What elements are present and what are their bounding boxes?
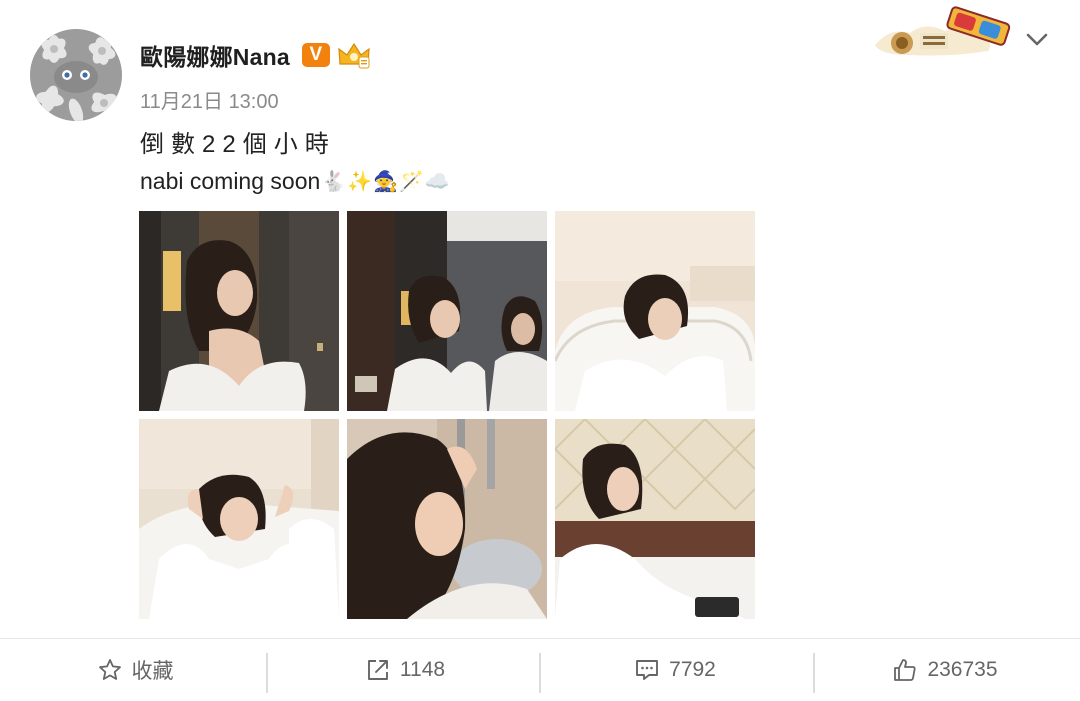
vip-crown-icon[interactable] xyxy=(336,40,372,70)
like-count: 236735 xyxy=(927,658,998,681)
weibo-post: 歐陽娜娜Nana V 11月21日 13:00 倒數22個小時 nabi com… xyxy=(0,0,1080,640)
post-time: 11月21日 13:00 xyxy=(140,91,279,113)
avatar-image xyxy=(30,29,122,121)
post-text-line-2: nabi coming soon 🐇 ✨ 🧙 🪄 ☁️ xyxy=(140,168,450,195)
photo-4[interactable] xyxy=(139,419,339,619)
repost-button[interactable]: 1148 xyxy=(270,639,540,701)
magic-wand-emoji: 🪄 xyxy=(399,171,424,193)
avatar[interactable] xyxy=(30,29,122,121)
photo-6[interactable] xyxy=(555,419,755,619)
photo-grid xyxy=(139,211,755,619)
comment-icon xyxy=(636,660,659,680)
favorite-label: 收藏 xyxy=(131,660,174,683)
sparkles-emoji: ✨ xyxy=(347,171,373,193)
photo-3[interactable] xyxy=(555,211,755,411)
photo-2[interactable] xyxy=(347,211,547,411)
thumbs-up-icon xyxy=(894,659,917,681)
repost-count: 1148 xyxy=(399,658,446,681)
photo-5[interactable] xyxy=(347,419,547,619)
author-row: 歐陽娜娜Nana V xyxy=(140,38,372,72)
like-button[interactable]: 236735 xyxy=(810,639,1080,701)
verified-badge[interactable]: V xyxy=(301,43,330,67)
cloud-emoji: ☁️ xyxy=(424,171,450,193)
chevron-down-icon[interactable] xyxy=(1024,26,1050,52)
mage-emoji: 🧙 xyxy=(373,171,399,193)
post-text-line-2-text: nabi coming soon xyxy=(140,168,321,194)
action-separator xyxy=(266,653,268,693)
author-name[interactable]: 歐陽娜娜Nana xyxy=(140,38,290,72)
comment-button[interactable]: 7792 xyxy=(540,639,810,701)
comment-count: 7792 xyxy=(669,658,716,681)
share-icon xyxy=(367,660,388,680)
favorite-button[interactable]: 收藏 xyxy=(0,639,270,701)
post-text-line-1: 倒數22個小時 xyxy=(140,131,336,158)
action-bar: 收藏 1148 7792 236735 xyxy=(0,639,1080,701)
star-icon xyxy=(98,659,121,680)
rabbit-emoji: 🐇 xyxy=(321,171,347,193)
card-decoration xyxy=(875,6,1011,56)
photo-1[interactable] xyxy=(139,211,339,411)
